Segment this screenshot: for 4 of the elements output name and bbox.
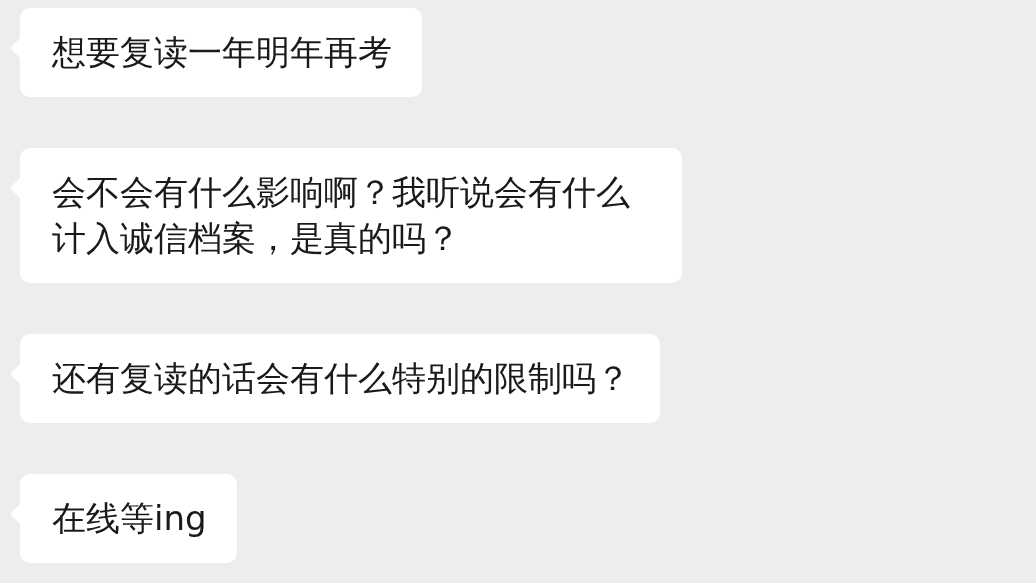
message-bubble: 还有复读的话会有什么特别的限制吗？ — [20, 334, 660, 423]
message-bubble: 在线等ing — [20, 474, 237, 563]
message-bubble: 想要复读一年明年再考 — [20, 8, 422, 97]
message-bubble: 会不会有什么影响啊？我听说会有什么计入诚信档案，是真的吗？ — [20, 148, 682, 283]
